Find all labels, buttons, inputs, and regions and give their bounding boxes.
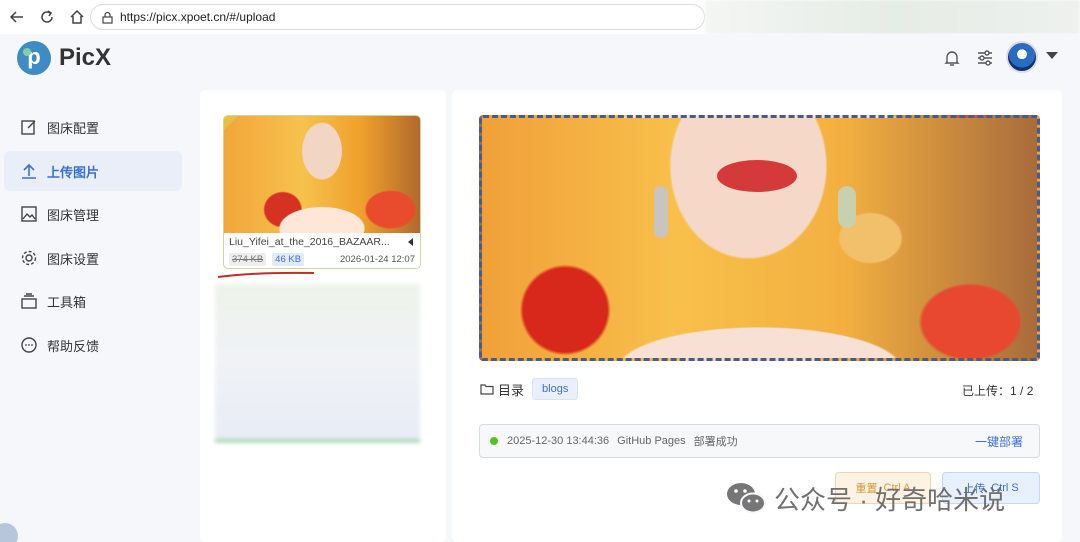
uploaded-count: 已上传：1 / 2 [962, 382, 1033, 399]
upload-list-item[interactable]: Liu_Yifei_at_the_2016_BAZAAR... 374 KB 4… [223, 115, 421, 269]
directory-tag[interactable]: blogs [532, 378, 579, 400]
address-bar[interactable]: https://picx.xpoet.cn/#/upload [90, 4, 705, 30]
wechat-icon [727, 483, 766, 514]
uploaded-label: 已上传： [962, 384, 1011, 398]
chat-icon [21, 337, 37, 353]
file-meta-row: 374 KB 46 KB 2026-01-24 12:07 [224, 251, 420, 268]
sidebar-item-help-feedback[interactable]: 帮助反馈 [4, 325, 182, 365]
arrow-left-icon [9, 11, 23, 23]
file-name-row: Liu_Yifei_at_the_2016_BAZAAR... [224, 233, 420, 251]
bell-icon[interactable] [942, 48, 962, 68]
compressed-size: 46 KB [272, 253, 305, 266]
file-date: 2026-01-24 12:07 [339, 254, 415, 265]
preview-detail [717, 160, 797, 192]
home-button[interactable] [64, 4, 90, 30]
one-click-deploy-button[interactable]: 一键部署 [975, 433, 1023, 450]
deploy-target: GitHub Pages [617, 435, 686, 447]
url-text: https://picx.xpoet.cn/#/upload [120, 10, 276, 24]
corner-badge [224, 116, 238, 130]
sidebar-item-image-host-manage[interactable]: 图床管理 [4, 194, 182, 234]
preview-detail [838, 186, 856, 228]
home-icon [70, 9, 84, 24]
uploaded-value: 1 / 2 [1010, 384, 1034, 398]
thumbnail-image[interactable] [224, 116, 420, 233]
sidebar-item-label: 上传图片 [47, 164, 100, 180]
original-size: 374 KB [229, 253, 267, 266]
app-name: PicX [59, 44, 112, 71]
caret-left-icon[interactable] [408, 238, 413, 246]
user-avatar[interactable] [1006, 41, 1038, 73]
toolbox-icon [21, 293, 37, 309]
status-dot [490, 437, 498, 445]
sidebar: 图床配置 上传图片 图床管理 图床设置 工具箱 帮助反馈 [0, 84, 195, 542]
lock-icon [102, 11, 113, 24]
directory-label: 目录 [498, 382, 525, 398]
sidebar-item-label: 图床管理 [47, 207, 100, 223]
picx-logo[interactable]: p [17, 41, 51, 75]
sidebar-item-label: 图床设置 [47, 251, 100, 267]
deploy-time: 2025-12-30 13:44:36 [507, 435, 610, 447]
image-icon [21, 206, 37, 222]
directory-row: 目录 blogs [480, 376, 579, 402]
edit-icon [21, 120, 36, 135]
sidebar-item-image-host-settings[interactable]: 图床设置 [4, 238, 182, 278]
gear-icon [21, 250, 37, 266]
reload-button[interactable] [34, 4, 60, 30]
file-name: Liu_Yifei_at_the_2016_BAZAAR... [229, 236, 390, 248]
sliders-icon[interactable] [975, 48, 995, 68]
app-header: p PicX [0, 34, 1080, 84]
folder-icon [480, 384, 494, 395]
sidebar-item-toolbox[interactable]: 工具箱 [4, 281, 182, 321]
refresh-icon [41, 10, 53, 23]
sidebar-item-label: 帮助反馈 [47, 338, 100, 354]
blurred-region [705, 0, 1080, 34]
sidebar-item-label: 图床配置 [47, 120, 100, 136]
wechat-watermark: 公众号 · 好奇哈米说 [724, 478, 1005, 518]
browser-toolbar: https://picx.xpoet.cn/#/upload [0, 0, 1080, 34]
watermark-text: 公众号 · 好奇哈米说 [774, 484, 1006, 515]
upload-icon [22, 163, 36, 179]
preview-detail [654, 186, 668, 238]
back-button[interactable] [4, 4, 30, 30]
sidebar-item-image-host-config[interactable]: 图床配置 [4, 107, 182, 147]
sidebar-item-label: 工具箱 [47, 294, 87, 310]
image-preview-dropzone[interactable] [479, 115, 1040, 361]
chevron-down-icon[interactable] [1046, 52, 1058, 59]
blurred-upload-item [215, 284, 420, 442]
red-annotation-underline [217, 271, 315, 278]
deploy-status-bar: 2025-12-30 13:44:36 GitHub Pages 部署成功 一键… [479, 424, 1040, 458]
deploy-status: 部署成功 [693, 436, 738, 448]
logo-dot [23, 48, 31, 56]
sidebar-item-upload[interactable]: 上传图片 [4, 151, 182, 191]
